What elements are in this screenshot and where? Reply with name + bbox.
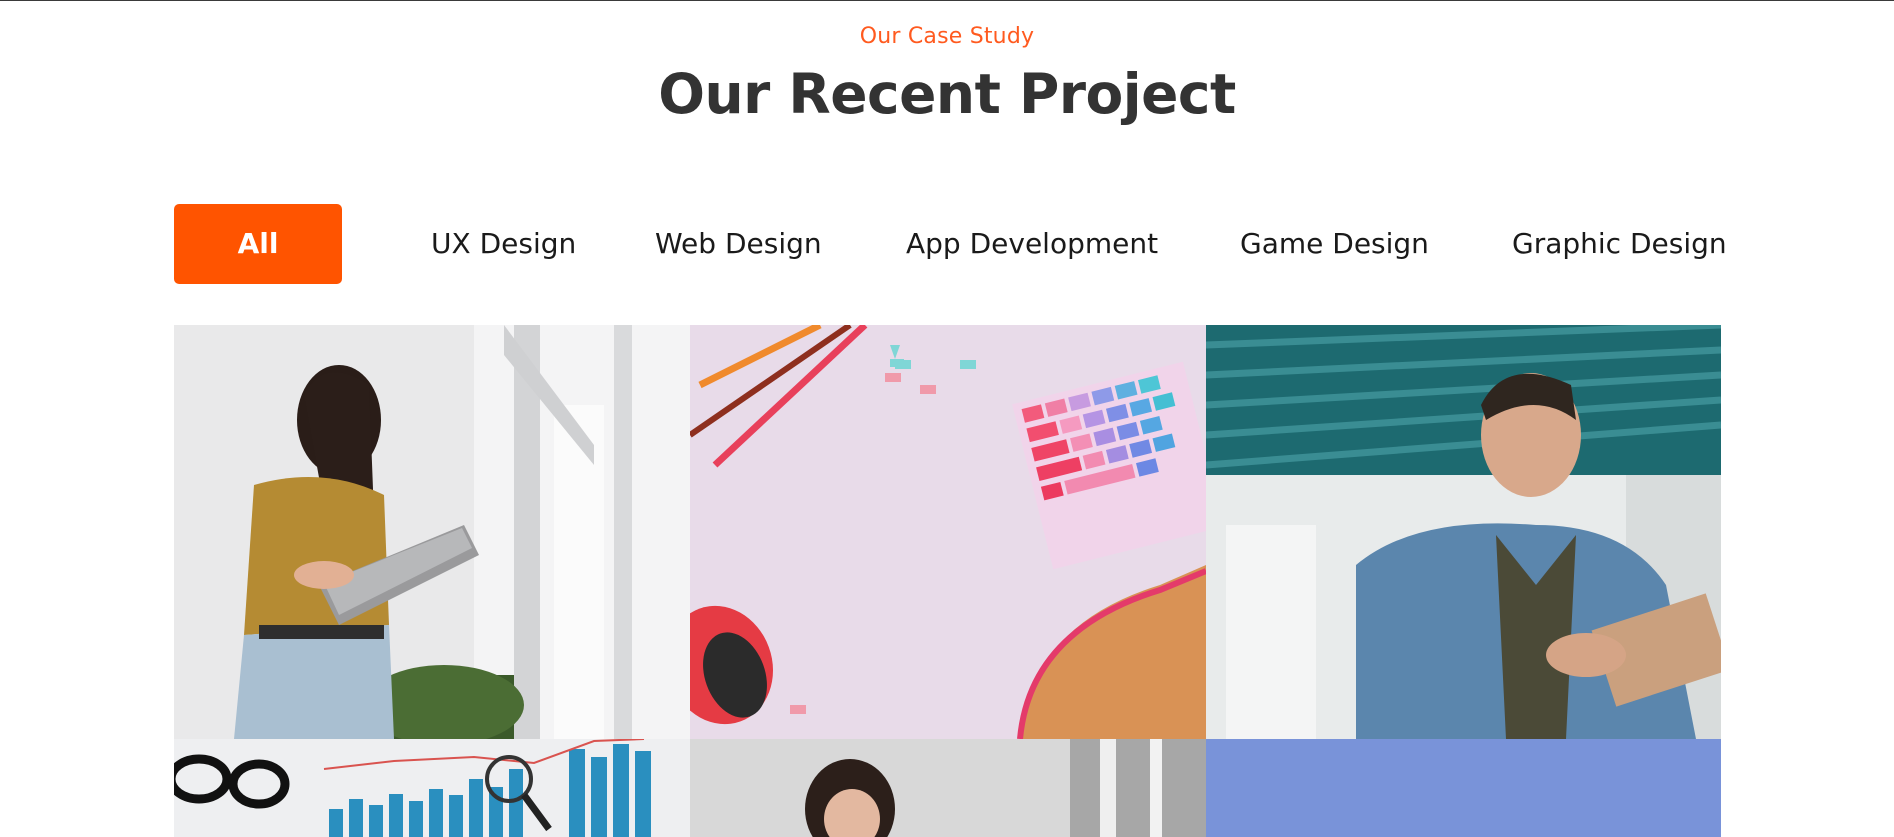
- woman-with-tablet-photo: [174, 325, 690, 739]
- filter-tab-app-development[interactable]: App Development: [906, 204, 1158, 284]
- project-card-4[interactable]: [174, 739, 690, 837]
- project-card-2[interactable]: [690, 325, 1206, 739]
- filter-tab-web-design[interactable]: Web Design: [655, 204, 822, 284]
- filter-tab-ux-design[interactable]: UX Design: [431, 204, 576, 284]
- analytics-chart-photo: [174, 739, 690, 837]
- project-card-1[interactable]: [174, 325, 690, 739]
- desk-keyboard-mouse-photo: [690, 325, 1206, 739]
- section-title: Our Recent Project: [658, 62, 1236, 126]
- project-gallery: [174, 325, 1721, 837]
- top-divider: [0, 0, 1894, 1]
- section-eyebrow: Our Case Study: [859, 24, 1035, 49]
- man-with-tablet-photo: [1206, 325, 1721, 739]
- blue-background-photo: [1206, 739, 1721, 837]
- smiling-woman-photo: [690, 739, 1206, 837]
- filter-tab-all[interactable]: All: [174, 204, 342, 284]
- filter-tab-game-design[interactable]: Game Design: [1240, 204, 1429, 284]
- project-card-5[interactable]: [690, 739, 1206, 837]
- project-card-6[interactable]: [1206, 739, 1721, 837]
- project-filter-tabs: All UX Design Web Design App Development…: [174, 204, 1727, 284]
- filter-tab-graphic-design[interactable]: Graphic Design: [1512, 204, 1727, 284]
- project-card-3[interactable]: [1206, 325, 1721, 739]
